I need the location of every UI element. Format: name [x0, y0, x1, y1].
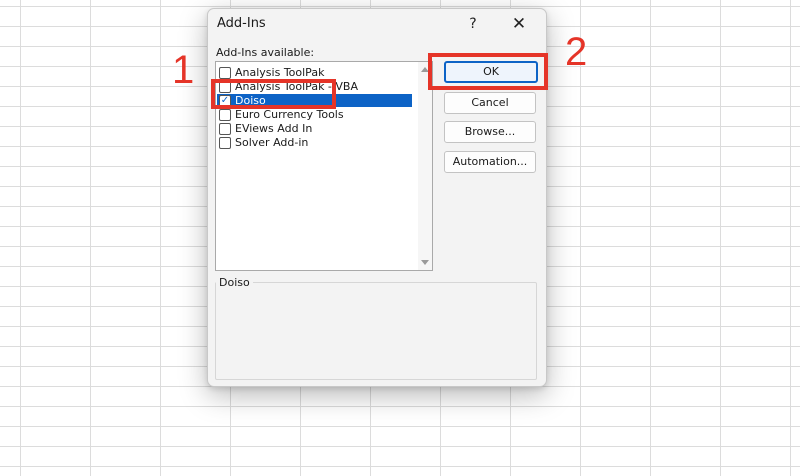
list-item-label: Euro Currency Tools [235, 108, 344, 121]
list-item-solver-add-in[interactable]: Solver Add-in [217, 136, 412, 149]
list-item-label: EViews Add In [235, 122, 313, 135]
list-item-euro-currency-tools[interactable]: Euro Currency Tools [217, 108, 412, 121]
list-scrollbar[interactable] [418, 62, 432, 270]
list-item-label: Solver Add-in [235, 136, 309, 149]
checkbox[interactable] [219, 109, 231, 121]
step-1-number: 1 [172, 48, 195, 92]
close-button[interactable]: ✕ [506, 13, 532, 35]
dialog-title: Add-Ins [217, 16, 266, 31]
list-caption: Add-Ins available: [216, 46, 315, 59]
cancel-button[interactable]: Cancel [444, 92, 536, 114]
browse-button[interactable]: Browse... [444, 121, 536, 143]
list-item-label: Analysis ToolPak [235, 66, 325, 79]
checkbox[interactable] [219, 137, 231, 149]
step-2-number: 2 [565, 30, 588, 74]
description-group [215, 282, 537, 380]
checkbox[interactable] [219, 67, 231, 79]
checkbox[interactable] [219, 123, 231, 135]
description-title: Doiso [216, 276, 253, 289]
help-button[interactable]: ? [460, 13, 486, 35]
scroll-down-icon[interactable] [421, 260, 429, 265]
step-2-highlight-box [428, 53, 548, 90]
automation-button[interactable]: Automation... [444, 151, 536, 173]
list-item-analysis-toolpak[interactable]: Analysis ToolPak [217, 66, 412, 79]
step-1-highlight-box [211, 79, 336, 109]
list-item-eviews-add-in[interactable]: EViews Add In [217, 122, 412, 135]
